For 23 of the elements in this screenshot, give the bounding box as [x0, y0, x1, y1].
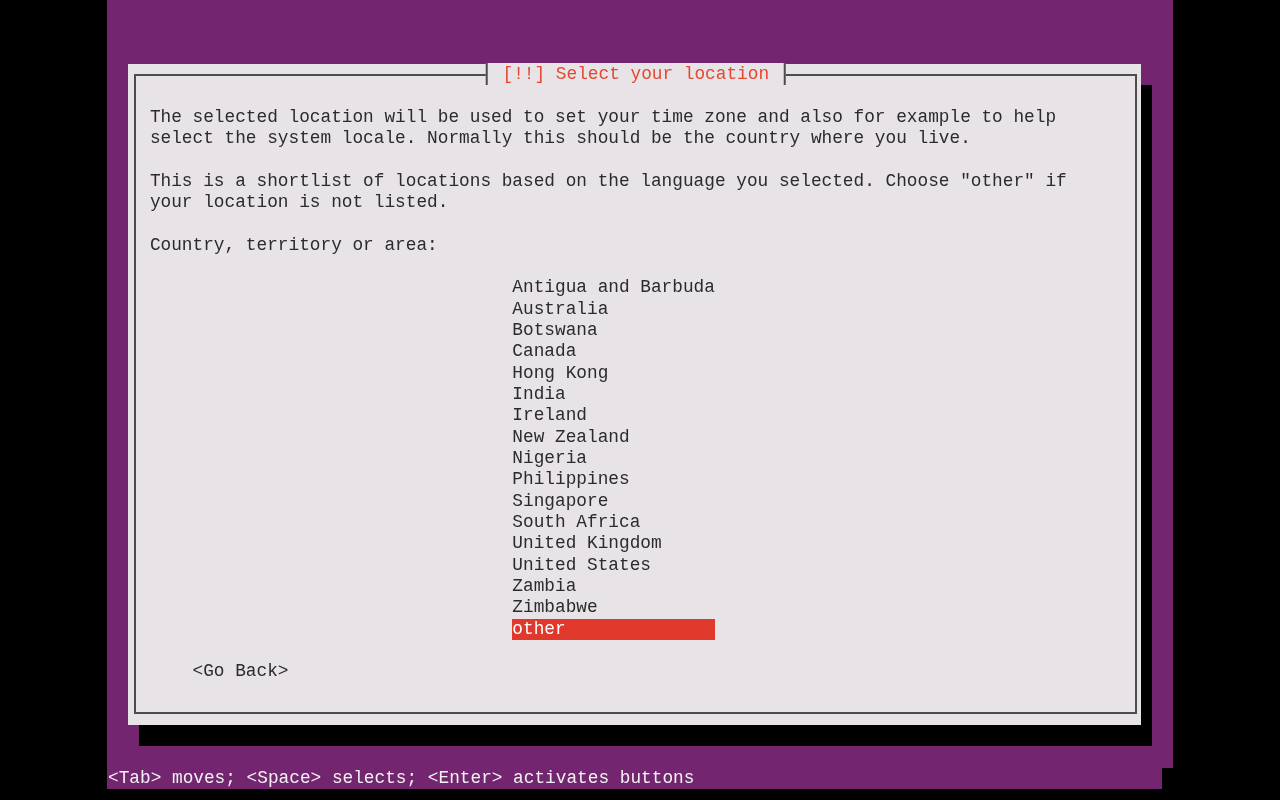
country-option[interactable]: United States [512, 554, 715, 576]
description-text: This is a shortlist of locations based on the language you selected. Choose "other" if your location is not listed. [149, 170, 1068, 214]
go-back-button[interactable]: <Go Back> [192, 661, 289, 683]
country-option[interactable]: Ireland [512, 405, 715, 427]
country-option[interactable]: India [512, 383, 715, 406]
country-option[interactable]: United Kingdom [512, 533, 715, 555]
country-option[interactable]: Canada [512, 341, 715, 363]
country-option[interactable]: Antigua and Barbuda [512, 277, 715, 299]
country-option[interactable]: other [512, 618, 715, 640]
country-option[interactable]: Zimbabwe [512, 597, 715, 619]
country-option[interactable]: South Africa [512, 511, 715, 534]
country-option[interactable]: Australia [512, 298, 715, 320]
description-text: The selected location will be used to set your time zone and also for example to help select the system locale. Normally this should be the country where you live. [149, 106, 1058, 150]
country-option[interactable]: Nigeria [512, 447, 715, 470]
status-bar: <Tab> moves; <Space> selects; <Enter> activates buttons [107, 768, 1162, 790]
country-option[interactable]: Hong Kong [512, 362, 715, 384]
country-option[interactable]: Botswana [512, 319, 715, 342]
country-option[interactable]: Singapore [512, 490, 715, 512]
country-option[interactable]: New Zealand [512, 426, 715, 448]
country-option[interactable]: Zambia [512, 575, 715, 598]
country-option[interactable]: Philippines [512, 469, 715, 491]
dialog-title: [!!] Select your location [485, 63, 787, 85]
list-prompt-label: Country, territory or area: [149, 234, 439, 256]
